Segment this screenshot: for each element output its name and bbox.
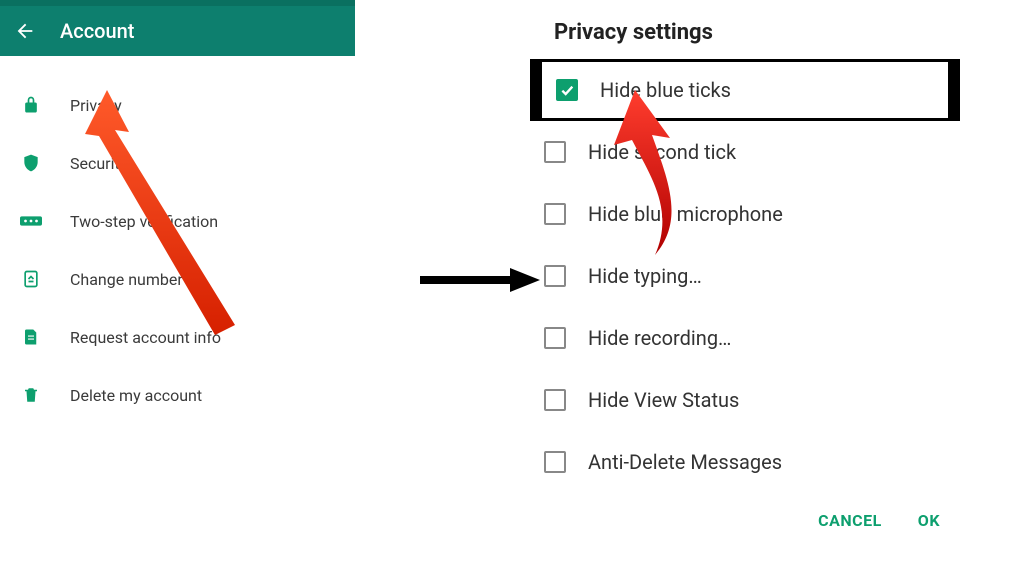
menu-item-security[interactable]: Security (0, 134, 355, 192)
option-label: Anti-Delete Messages (588, 450, 782, 474)
checkbox-icon[interactable] (544, 451, 566, 473)
menu-item-request-info[interactable]: Request account info (0, 308, 355, 366)
option-label: Hide blue microphone (588, 202, 783, 226)
menu-label: Request account info (70, 328, 221, 347)
black-arrow-annotation (420, 266, 540, 294)
cancel-button[interactable]: CANCEL (818, 511, 882, 530)
menu-label: Security (70, 154, 127, 173)
option-hide-second-tick[interactable]: Hide second tick (530, 121, 960, 183)
option-label: Hide blue ticks (600, 78, 731, 102)
checkbox-icon[interactable] (544, 327, 566, 349)
sim-swap-icon (20, 268, 42, 290)
dialog-actions: CANCEL OK (530, 493, 960, 530)
option-hide-recording[interactable]: Hide recording… (530, 307, 960, 369)
menu-item-privacy[interactable]: Privacy (0, 76, 355, 134)
option-anti-delete-messages[interactable]: Anti-Delete Messages (530, 431, 960, 493)
lock-icon (20, 94, 42, 116)
option-hide-view-status[interactable]: Hide View Status (530, 369, 960, 431)
menu-item-change-number[interactable]: Change number (0, 250, 355, 308)
option-label: Hide recording… (588, 326, 731, 350)
trash-icon (20, 384, 42, 406)
menu-label: Delete my account (70, 386, 202, 405)
option-hide-blue-microphone[interactable]: Hide blue microphone (530, 183, 960, 245)
back-arrow-icon[interactable] (14, 20, 36, 42)
option-hide-typing[interactable]: Hide typing… (530, 245, 960, 307)
pin-dots-icon (20, 210, 42, 232)
menu-item-delete-account[interactable]: Delete my account (0, 366, 355, 424)
checkbox-icon[interactable] (544, 265, 566, 287)
account-settings-panel: Account Privacy Security Two-step verifi… (0, 0, 355, 424)
checkbox-icon[interactable] (544, 203, 566, 225)
options-list: Hide blue ticks Hide second tick Hide bl… (530, 59, 960, 493)
option-hide-blue-ticks[interactable]: Hide blue ticks (530, 59, 960, 121)
menu-item-two-step[interactable]: Two-step verification (0, 192, 355, 250)
menu-label: Privacy (70, 96, 122, 115)
option-label: Hide typing… (588, 264, 702, 288)
menu-label: Two-step verification (70, 212, 218, 231)
checkbox-icon[interactable] (556, 79, 578, 101)
menu-label: Change number (70, 270, 183, 289)
dialog-title: Privacy settings (530, 12, 960, 59)
option-label: Hide View Status (588, 388, 739, 412)
header-bar: Account (0, 6, 355, 56)
checkbox-icon[interactable] (544, 141, 566, 163)
shield-icon (20, 152, 42, 174)
checkbox-icon[interactable] (544, 389, 566, 411)
account-menu: Privacy Security Two-step verification C… (0, 56, 355, 424)
privacy-settings-dialog: Privacy settings Hide blue ticks Hide se… (530, 12, 960, 530)
option-label: Hide second tick (588, 140, 736, 164)
document-icon (20, 326, 42, 348)
header-title: Account (60, 19, 134, 43)
ok-button[interactable]: OK (918, 511, 940, 530)
